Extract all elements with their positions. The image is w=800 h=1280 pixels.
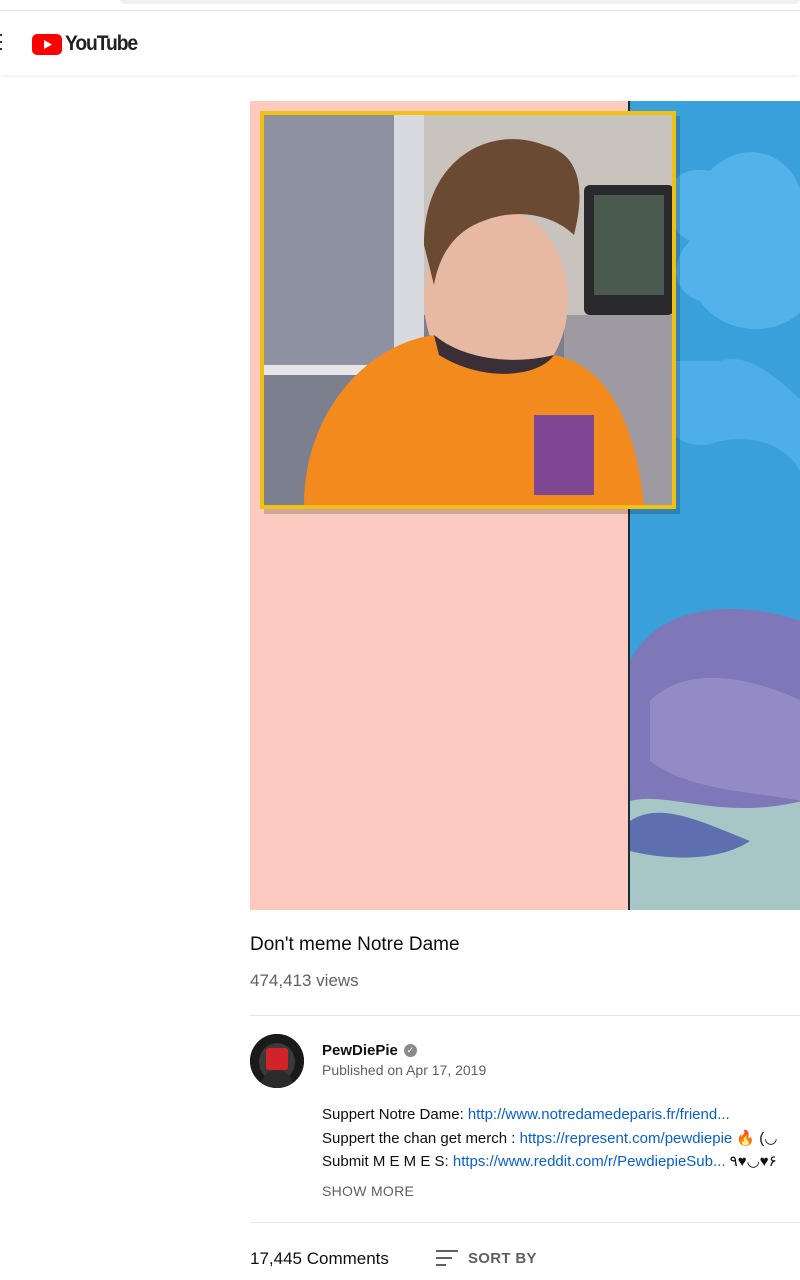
sort-by-button[interactable]: SORT BY: [468, 1250, 537, 1267]
description-link-1[interactable]: http://www.notredamedeparis.fr/friend...: [468, 1106, 730, 1123]
description-emoji-3: ٩♥◡♥۶: [725, 1153, 777, 1170]
youtube-logo[interactable]: YouTube: [32, 31, 143, 57]
show-more-button[interactable]: SHOW MORE: [322, 1183, 414, 1199]
avatar-image: [250, 1034, 304, 1088]
logo-wordmark: YouTube: [65, 32, 138, 55]
description-link-2[interactable]: https://represent.com/pewdiepie: [520, 1130, 733, 1147]
menu-icon[interactable]: [0, 34, 4, 52]
youtube-play-icon: [32, 33, 62, 55]
channel-avatar[interactable]: [250, 1034, 304, 1088]
description-link-3[interactable]: https://www.reddit.com/r/PewdiepieSub...: [453, 1153, 726, 1170]
divider-top: [250, 1015, 800, 1016]
comments-count: 17,445 Comments: [250, 1249, 389, 1268]
description-emoji-2: 🔥 (◡: [732, 1130, 778, 1147]
verified-check-icon: ✓: [403, 1044, 417, 1057]
facecam-frame: [260, 111, 676, 509]
scrollbar-strip: [120, 0, 800, 4]
facecam-image: [264, 115, 672, 505]
description-line-1: Suppert Notre Dame: http://www.notredame…: [322, 1106, 730, 1123]
divider-bottom: [250, 1222, 800, 1223]
video-title: Don't meme Notre Dame: [250, 934, 460, 955]
description-line-3: Submit M E M E S: https://www.reddit.com…: [322, 1153, 777, 1170]
channel-name[interactable]: PewDiePie ✓: [322, 1042, 417, 1059]
masthead: YouTube: [0, 10, 800, 75]
video-player[interactable]: [250, 101, 800, 910]
channel-name-text[interactable]: PewDiePie: [322, 1042, 398, 1059]
sort-icon[interactable]: [436, 1250, 458, 1268]
publish-date: Published on Apr 17, 2019: [322, 1062, 487, 1078]
description-line-2: Suppert the chan get merch : https://rep…: [322, 1130, 778, 1147]
view-count: 474,413 views: [250, 971, 359, 990]
